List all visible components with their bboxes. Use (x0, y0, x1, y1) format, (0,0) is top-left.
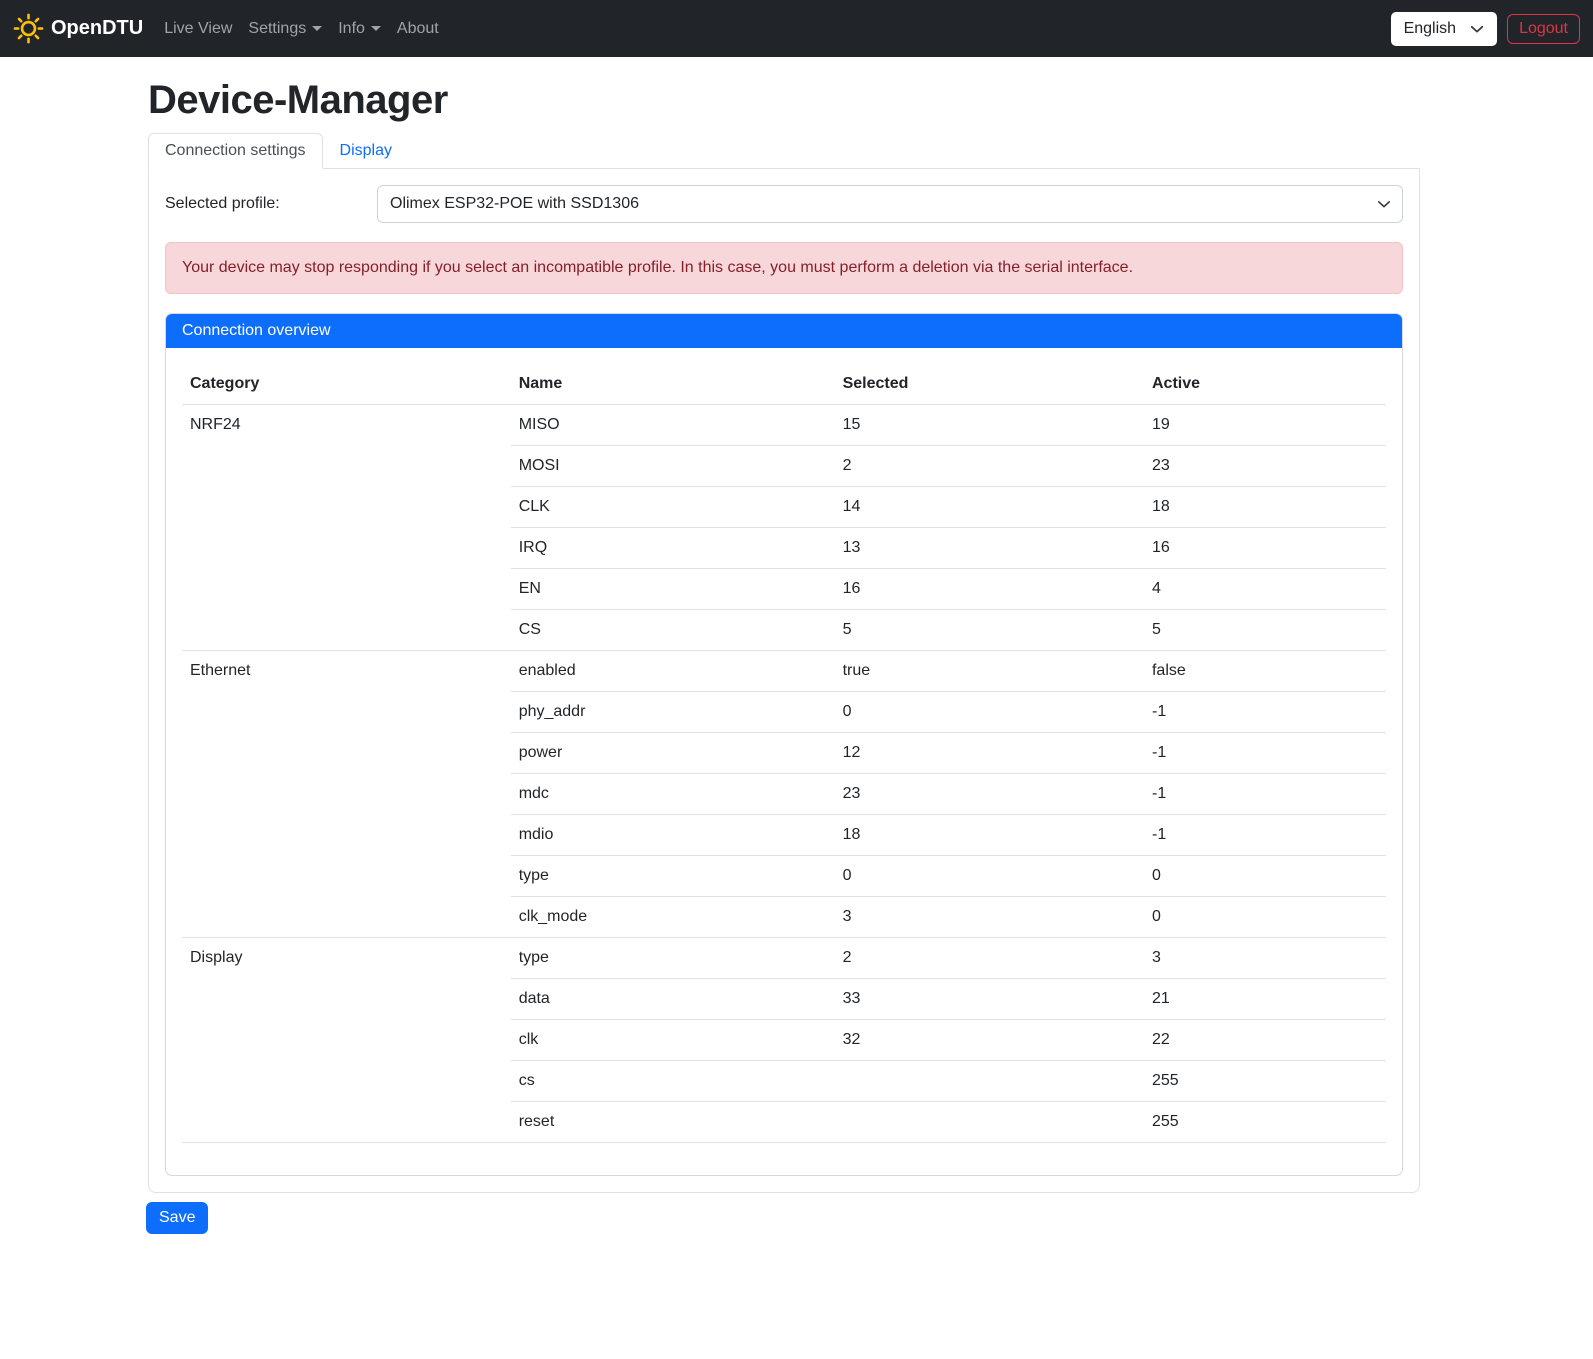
logout-button[interactable]: Logout (1507, 14, 1580, 44)
category-cell-display: Display (182, 938, 511, 1143)
name-cell: reset (511, 1102, 835, 1143)
selected-cell: 3 (835, 897, 1144, 938)
language-value: English (1404, 20, 1456, 38)
active-cell: 255 (1144, 1102, 1386, 1143)
active-cell: 18 (1144, 487, 1386, 528)
name-cell: data (511, 979, 835, 1020)
active-cell: 5 (1144, 610, 1386, 651)
active-cell: 0 (1144, 856, 1386, 897)
nav-item-info[interactable]: Info (330, 12, 389, 46)
column-header-selected: Selected (835, 364, 1144, 405)
category-cell-nrf24: NRF24 (182, 405, 511, 651)
active-cell: 16 (1144, 528, 1386, 569)
name-cell: phy_addr (511, 692, 835, 733)
selected-cell: 16 (835, 569, 1144, 610)
name-cell: enabled (511, 651, 835, 692)
tab-connection-settings[interactable]: Connection settings (148, 133, 323, 169)
selected-cell: 0 (835, 692, 1144, 733)
active-cell: 255 (1144, 1061, 1386, 1102)
chevron-down-icon (1377, 197, 1391, 211)
name-cell: MOSI (511, 446, 835, 487)
active-cell: 4 (1144, 569, 1386, 610)
connection-overview-header: Connection overview (166, 314, 1402, 348)
profile-select[interactable]: Olimex ESP32-POE with SSD1306 (377, 185, 1403, 223)
nav-item-label: Info (338, 20, 365, 38)
name-cell: type (511, 856, 835, 897)
name-cell: IRQ (511, 528, 835, 569)
selected-cell: 12 (835, 733, 1144, 774)
column-header-active: Active (1144, 364, 1386, 405)
selected-cell: 14 (835, 487, 1144, 528)
name-cell: mdc (511, 774, 835, 815)
main-container: Device-Manager Connection settingsDispla… (146, 78, 1420, 1234)
selected-cell: 2 (835, 938, 1144, 979)
name-cell: mdio (511, 815, 835, 856)
nav-item-settings[interactable]: Settings (240, 12, 330, 46)
active-cell: 21 (1144, 979, 1386, 1020)
column-header-name: Name (511, 364, 835, 405)
nav-links: Live View Settings Info About (156, 12, 447, 46)
selected-cell (835, 1061, 1144, 1102)
sun-icon (13, 13, 44, 44)
tab-bar: Connection settingsDisplay (148, 133, 1420, 169)
table-row: NRF24MISO1519 (182, 405, 1386, 446)
selected-cell: 5 (835, 610, 1144, 651)
name-cell: MISO (511, 405, 835, 446)
save-button[interactable]: Save (146, 1202, 208, 1234)
name-cell: EN (511, 569, 835, 610)
name-cell: CLK (511, 487, 835, 528)
language-select[interactable]: English (1391, 12, 1497, 46)
active-cell: false (1144, 651, 1386, 692)
selected-cell: true (835, 651, 1144, 692)
selected-cell (835, 1102, 1144, 1143)
nav-item-live-view[interactable]: Live View (156, 12, 240, 46)
chevron-down-icon (1470, 22, 1484, 36)
selected-cell: 18 (835, 815, 1144, 856)
page-title: Device-Manager (148, 78, 1420, 123)
nav-item-label: About (397, 20, 439, 38)
brand-label: OpenDTU (51, 17, 143, 40)
active-cell: 3 (1144, 938, 1386, 979)
active-cell: 0 (1144, 897, 1386, 938)
nav-item-about[interactable]: About (389, 12, 447, 46)
category-cell-ethernet: Ethernet (182, 651, 511, 938)
active-cell: 19 (1144, 405, 1386, 446)
selected-cell: 15 (835, 405, 1144, 446)
name-cell: cs (511, 1061, 835, 1102)
selected-profile-label: Selected profile: (165, 188, 377, 220)
brand-link[interactable]: OpenDTU (13, 13, 143, 44)
name-cell: clk (511, 1020, 835, 1061)
active-cell: 23 (1144, 446, 1386, 487)
selected-cell: 13 (835, 528, 1144, 569)
nav-item-label: Live View (164, 20, 232, 38)
name-cell: clk_mode (511, 897, 835, 938)
table-row: Ethernetenabledtruefalse (182, 651, 1386, 692)
active-cell: -1 (1144, 692, 1386, 733)
caret-down-icon (312, 26, 322, 31)
active-cell: -1 (1144, 774, 1386, 815)
connection-overview-card: Connection overview CategoryNameSelected… (165, 313, 1403, 1176)
column-header-category: Category (182, 364, 511, 405)
tab-display[interactable]: Display (323, 133, 409, 169)
active-cell: 22 (1144, 1020, 1386, 1061)
profile-row: Selected profile: Olimex ESP32-POE with … (165, 185, 1403, 223)
active-cell: -1 (1144, 815, 1386, 856)
selected-cell: 32 (835, 1020, 1144, 1061)
nav-item-label: Settings (248, 20, 306, 38)
selected-cell: 0 (835, 856, 1144, 897)
selected-cell: 2 (835, 446, 1144, 487)
profile-select-value: Olimex ESP32-POE with SSD1306 (390, 195, 639, 213)
name-cell: power (511, 733, 835, 774)
name-cell: type (511, 938, 835, 979)
selected-cell: 23 (835, 774, 1144, 815)
profile-warning-alert: Your device may stop responding if you s… (165, 242, 1403, 294)
connection-settings-panel: Selected profile: Olimex ESP32-POE with … (148, 169, 1420, 1193)
caret-down-icon (371, 26, 381, 31)
selected-cell: 33 (835, 979, 1144, 1020)
navbar: OpenDTU Live View Settings Info About Engli… (0, 0, 1593, 57)
connection-overview-table: CategoryNameSelectedActive NRF24MISO1519… (182, 364, 1386, 1143)
name-cell: CS (511, 610, 835, 651)
table-row: Displaytype23 (182, 938, 1386, 979)
active-cell: -1 (1144, 733, 1386, 774)
